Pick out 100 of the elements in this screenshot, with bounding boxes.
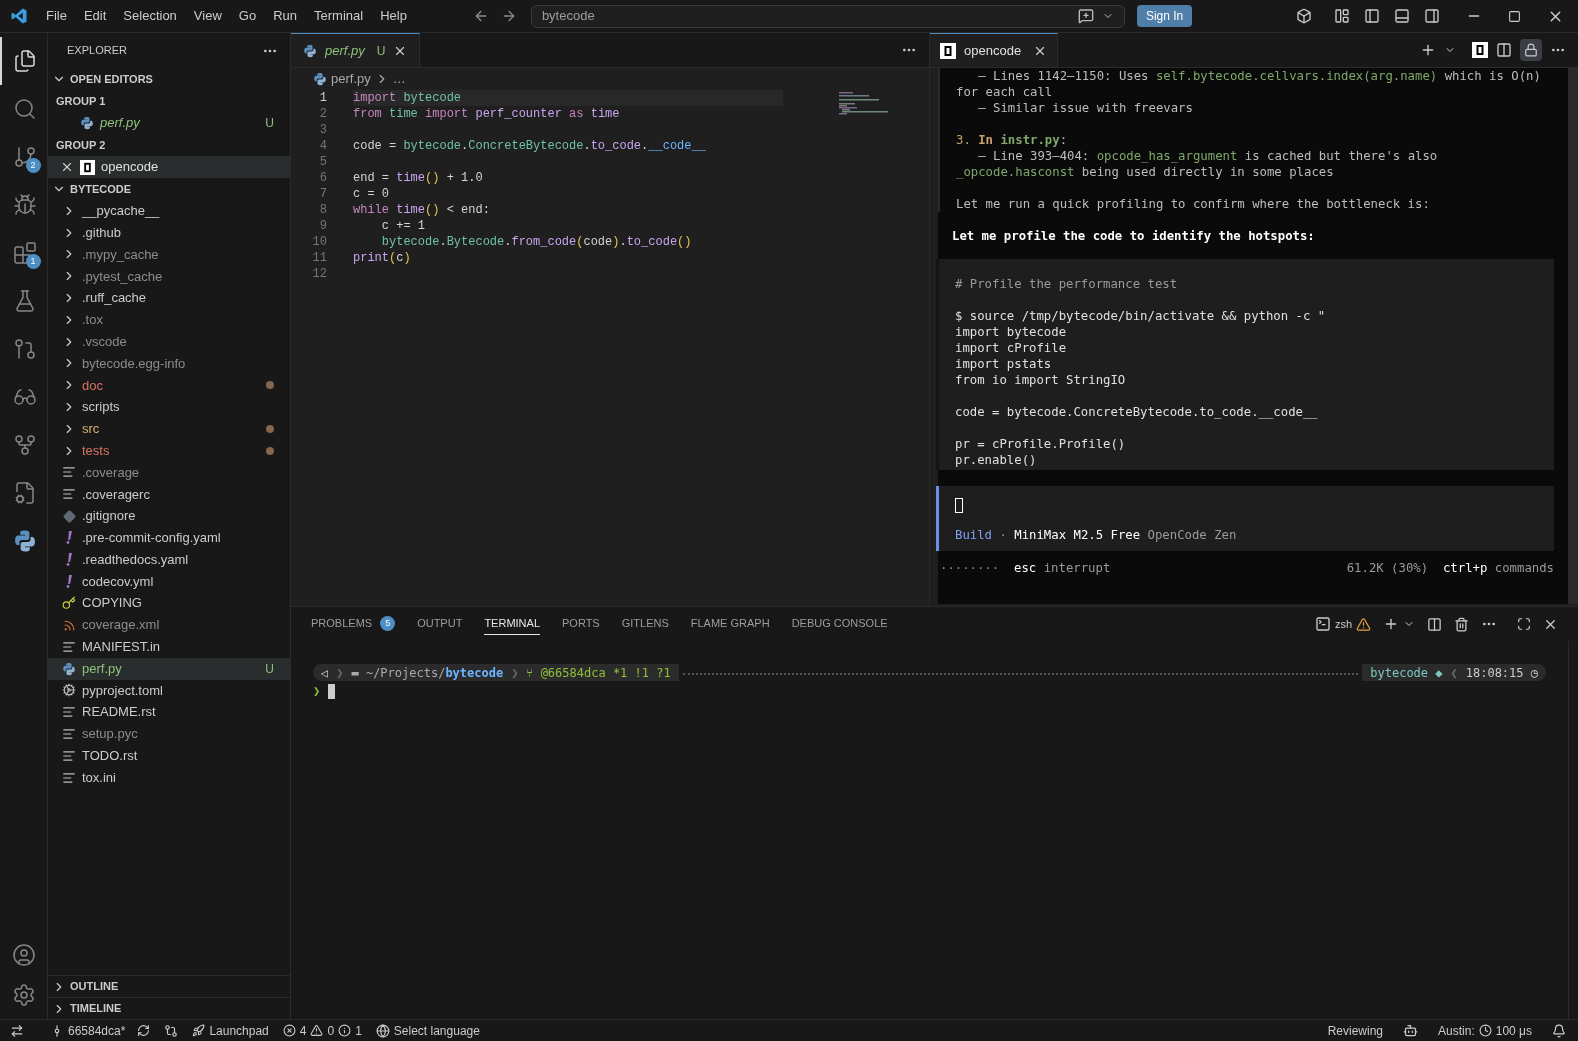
tree-item[interactable]: coverage.xml <box>48 614 290 636</box>
branch-item[interactable]: 66584dca* <box>50 1021 151 1040</box>
tree-item[interactable]: MANIFEST.in <box>48 635 290 658</box>
info-icon <box>338 1024 352 1037</box>
account-icon[interactable] <box>11 943 36 967</box>
add-icon[interactable] <box>1420 42 1436 58</box>
tree-item[interactable]: setup.pyc <box>48 723 290 745</box>
activity-item[interactable]: 1 <box>0 229 48 277</box>
add-icon[interactable] <box>1383 616 1399 632</box>
prompt-input[interactable]: Build · MiniMax M2.5 Free OpenCode Zen <box>936 486 1554 551</box>
tree-item[interactable]: .coveragerc <box>48 483 290 506</box>
remote-icon[interactable] <box>10 1023 24 1038</box>
tree-item[interactable]: .mypy_cache <box>48 243 290 266</box>
tree-item[interactable]: __pycache__ <box>48 200 290 222</box>
scrollbar[interactable] <box>1568 68 1578 604</box>
tree-item[interactable]: .tox <box>48 309 290 331</box>
terminal-icon[interactable] <box>1314 616 1331 632</box>
menu-item[interactable]: Run <box>265 6 305 26</box>
tree-item[interactable]: perf.py U <box>48 657 290 680</box>
extensions-icon <box>12 241 37 265</box>
response-text: Let me run a quick profiling to confirm where the bottleneck is: <box>956 196 1431 212</box>
tree-item[interactable]: .coverage <box>48 461 290 484</box>
breadcrumb-item[interactable]: perf.py <box>331 69 371 89</box>
panel-toggle-icon[interactable] <box>1394 8 1410 24</box>
tree-item[interactable]: .gitignore <box>48 505 290 527</box>
menu-item[interactable]: View <box>185 6 230 26</box>
panel-tab[interactable]: GITLENS <box>621 613 669 635</box>
open-editor-item[interactable]: perf.py U <box>48 112 290 134</box>
panel-tab[interactable]: FLAME GRAPH <box>690 613 770 635</box>
panel-tab[interactable]: DEBUG CONSOLE <box>791 613 888 635</box>
section-header[interactable]: OUTLINE <box>48 975 290 997</box>
file-name: perf.py <box>82 659 123 678</box>
settings-icon[interactable] <box>11 983 36 1007</box>
tree-item[interactable]: README.rst <box>48 701 290 724</box>
launchpad-item[interactable]: Launchpad <box>192 1021 269 1040</box>
section-title[interactable]: BYTECODE <box>70 180 132 198</box>
text-file-icon <box>62 465 76 480</box>
layout-icon[interactable] <box>1334 8 1350 24</box>
panel-tab[interactable]: PORTS <box>562 613 600 635</box>
menu-item[interactable]: Edit <box>75 6 115 26</box>
cube-icon[interactable] <box>1296 8 1312 24</box>
python-icon <box>80 116 94 130</box>
command-center[interactable]: bytecode <box>530 4 1125 28</box>
tree-item[interactable]: .pytest_cache <box>48 265 290 288</box>
menu-item[interactable]: Help <box>372 6 415 26</box>
close-icon[interactable] <box>60 160 74 174</box>
secondary-sidebar-icon[interactable] <box>1424 8 1440 24</box>
editor-tab[interactable]: opencode <box>930 33 1059 67</box>
problems-item[interactable]: 4 0 1 <box>282 1021 362 1040</box>
trash-icon[interactable] <box>1454 616 1469 632</box>
shell-name[interactable]: zsh <box>1334 615 1352 633</box>
split-editor-icon[interactable] <box>1496 42 1512 58</box>
menu-item[interactable]: Terminal <box>306 6 372 26</box>
tree-item[interactable]: codecov.yml <box>48 570 290 593</box>
warning-icon <box>310 1024 324 1037</box>
tree-item[interactable]: src <box>48 417 290 440</box>
tree-item[interactable]: COPYING <box>48 592 290 615</box>
menu-item[interactable]: File <box>38 6 75 26</box>
tree-item[interactable]: .github <box>48 221 290 244</box>
editor-tab[interactable]: perf.py U <box>291 33 421 67</box>
tree-item[interactable]: TODO.rst <box>48 744 290 767</box>
sign-in-button[interactable]: Sign In <box>1136 5 1193 27</box>
menu-item[interactable]: Go <box>230 6 265 26</box>
language-item[interactable]: Select language <box>375 1021 480 1040</box>
text-cursor <box>955 498 963 513</box>
profiler-item[interactable]: Austin: 100 μs <box>1438 1021 1532 1040</box>
tree-item[interactable]: tox.ini <box>48 766 290 789</box>
code-line: import bytecode <box>955 324 1068 340</box>
lock-button[interactable] <box>1520 39 1542 61</box>
code-line: c = 0 <box>353 186 390 202</box>
code-line: end = time() + 1.0 <box>353 170 484 186</box>
panel-tab[interactable]: OUTPUT <box>417 613 463 635</box>
maximize-icon[interactable] <box>1508 9 1521 23</box>
bell-icon[interactable] <box>1552 1023 1566 1038</box>
tree-item[interactable]: scripts <box>48 396 290 418</box>
maximize-icon[interactable] <box>1517 617 1531 631</box>
code-line: # Profile the performance test <box>955 276 1179 292</box>
tree-item[interactable]: doc <box>48 374 290 397</box>
split-icon[interactable] <box>1427 616 1442 632</box>
compare-icon[interactable] <box>164 1023 179 1038</box>
activity-item[interactable]: 2 <box>0 133 48 181</box>
menu-item[interactable]: Selection <box>115 6 185 26</box>
copilot-icon[interactable] <box>1403 1023 1419 1038</box>
tree-item[interactable]: .pre-commit-config.yaml <box>48 526 290 549</box>
tree-item[interactable]: .ruff_cache <box>48 287 290 309</box>
tree-item[interactable]: .readthedocs.yaml <box>48 548 290 571</box>
tree-item[interactable]: bytecode.egg-info <box>48 352 290 375</box>
panel-tab[interactable]: PROBLEMS 5 <box>311 613 396 635</box>
tree-item[interactable]: tests <box>48 439 290 462</box>
panel-tab[interactable]: TERMINAL <box>484 613 540 635</box>
review-item[interactable]: Reviewing <box>1327 1021 1384 1040</box>
tree-item[interactable]: .vscode <box>48 330 290 353</box>
python-icon <box>313 72 327 86</box>
section-title[interactable]: OPEN EDITORS <box>70 70 153 88</box>
open-editor-item[interactable]: opencode <box>48 156 290 178</box>
tree-item[interactable]: pyproject.toml <box>48 679 290 702</box>
sidebar-toggle-icon[interactable] <box>1364 8 1380 24</box>
status-hint: 61.2K (30%) ctrl+p commands <box>1346 560 1554 576</box>
response-text: – Line 393–404: opcode_has_argument is cached but there's also _opcode.hasconst being used directly in some places <box>956 148 1439 180</box>
breadcrumb-item[interactable]: … <box>392 69 406 89</box>
